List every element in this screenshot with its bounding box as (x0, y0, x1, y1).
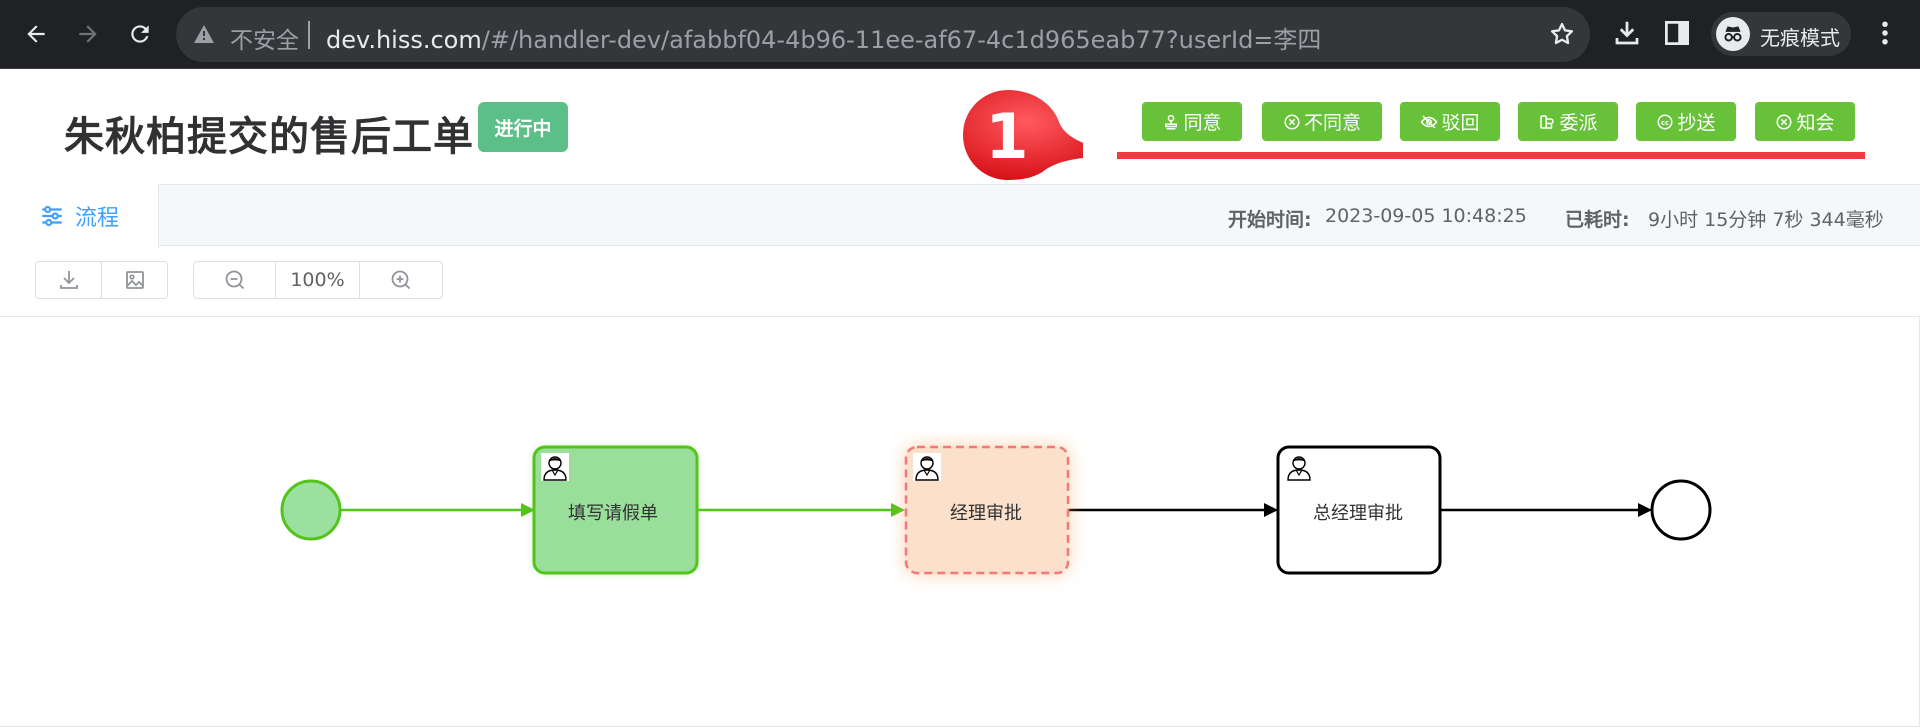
annotation-underline (1117, 152, 1865, 159)
task-manager-approval-label: 经理审批 (950, 503, 1022, 524)
approve-label: 同意 (1183, 112, 1222, 134)
download-icon (59, 271, 78, 289)
export-toolbar (35, 261, 168, 299)
zoom-in-button[interactable] (360, 262, 442, 298)
flow-canvas[interactable]: 填写请假单 经理审批 总经理审批 (0, 317, 1920, 727)
tab-bar: 流程 开始时间: 2023-09-05 10:48:25 已耗时: 9小时 15… (0, 184, 1920, 248)
forward-button[interactable] (68, 14, 108, 54)
delegate-icon (1540, 114, 1555, 129)
address-bar[interactable]: 不安全 dev.hiss.com/#/handler-dev/afabbf04-… (176, 7, 1590, 62)
url-path: /#/handler-dev/afabbf04-4b96-11ee-af67-4… (481, 26, 1322, 54)
browser-toolbar: 不安全 dev.hiss.com/#/handler-dev/afabbf04-… (0, 0, 1920, 69)
cc-icon: cc (1657, 114, 1673, 129)
download-button[interactable] (36, 262, 102, 298)
approve-button[interactable]: 同意 (1142, 102, 1242, 141)
reload-icon (131, 25, 149, 43)
notify-button[interactable]: 知会 (1755, 102, 1855, 141)
export-image-button[interactable] (102, 262, 167, 298)
user-task-icon (912, 452, 942, 482)
incognito-label: 无痕模式 (1760, 26, 1840, 50)
omnibox-separator (308, 21, 310, 49)
page-title: 朱秋柏提交的售后工单 (64, 114, 474, 160)
forward-icon (79, 25, 97, 43)
url-text[interactable]: dev.hiss.com/#/handler-dev/afabbf04-4b96… (326, 20, 1321, 55)
user-task-icon (1284, 452, 1314, 482)
zoom-value: 100% (290, 269, 345, 291)
status-badge: 进行中 (478, 102, 568, 152)
tab-flow-label: 流程 (74, 206, 119, 231)
sliders-icon (42, 205, 62, 227)
zoom-in-icon (391, 270, 411, 290)
stamp-icon (1165, 114, 1178, 129)
elapsed-value: 9小时 15分钟 7秒 344毫秒 (1648, 209, 1884, 231)
incognito-icon (1716, 17, 1750, 51)
start-time-label: 开始时间: (1228, 209, 1312, 231)
zoom-level: 100% (276, 262, 360, 298)
reject-label: 驳回 (1441, 112, 1480, 134)
app-root: 不安全 dev.hiss.com/#/handler-dev/afabbf04-… (0, 0, 1920, 728)
start-time-value: 2023-09-05 10:48:25 (1325, 205, 1527, 227)
eye-off-icon (1421, 114, 1438, 129)
warning-icon (194, 25, 214, 43)
url-host: dev.hiss.com (326, 26, 482, 54)
zoom-out-icon (225, 270, 244, 290)
disagree-label: 不同意 (1303, 112, 1361, 134)
tab-flow[interactable]: 流程 (0, 184, 159, 248)
back-icon (27, 25, 45, 43)
incognito-badge[interactable]: 无痕模式 (1711, 12, 1851, 56)
circle-x-icon (1776, 114, 1792, 129)
user-task-icon (540, 452, 570, 482)
star-icon[interactable] (1548, 20, 1576, 48)
circle-x-icon (1284, 114, 1300, 129)
kebab-menu-icon[interactable] (1870, 18, 1900, 48)
image-icon (125, 271, 144, 289)
task-fill-form-label: 填写请假单 (568, 503, 658, 524)
task-gm-approval-label: 总经理审批 (1313, 503, 1403, 524)
start-event[interactable] (280, 479, 342, 541)
back-button[interactable] (16, 14, 56, 54)
reload-button[interactable] (120, 14, 160, 54)
zoom-toolbar: 100% (193, 261, 443, 299)
annotation-marker: 1 (963, 90, 1083, 180)
insecure-label: 不安全 (230, 28, 299, 54)
zoom-out-button[interactable] (194, 262, 276, 298)
download-icon[interactable] (1612, 18, 1642, 48)
notify-label: 知会 (1796, 112, 1835, 134)
delegate-label: 委派 (1559, 112, 1598, 134)
elapsed-label: 已耗时: (1565, 209, 1630, 231)
svg-text:cc: cc (1661, 119, 1669, 127)
end-event[interactable] (1650, 479, 1712, 541)
delegate-button[interactable]: 委派 (1518, 102, 1618, 141)
cc-button[interactable]: cc 抄送 (1636, 102, 1736, 141)
reject-button[interactable]: 驳回 (1400, 102, 1500, 141)
annotation-number: 1 (985, 100, 1028, 173)
cc-label: 抄送 (1677, 112, 1716, 134)
sidepanel-icon[interactable] (1662, 18, 1692, 48)
disagree-button[interactable]: 不同意 (1262, 102, 1382, 141)
